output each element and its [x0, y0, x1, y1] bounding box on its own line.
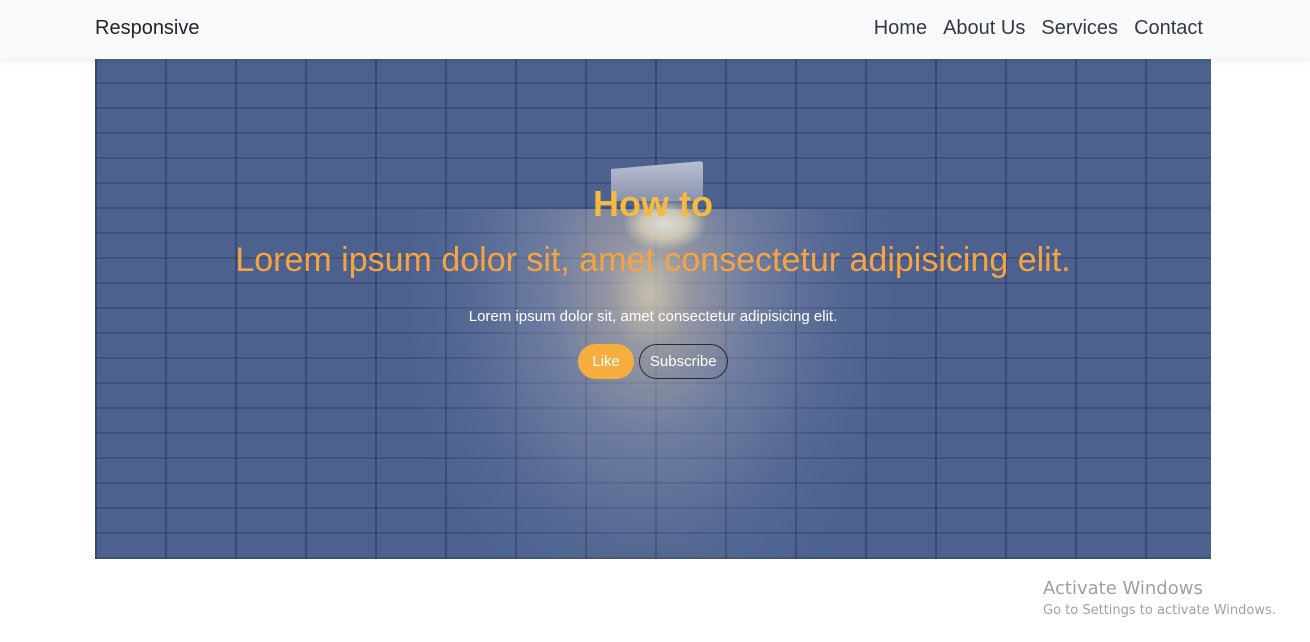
nav-links: Home About Us Services Contact: [874, 17, 1203, 40]
hero-section: How to Lorem ipsum dolor sit, amet conse…: [95, 59, 1211, 559]
navbar-brand[interactable]: Responsive: [95, 17, 200, 40]
like-button[interactable]: Like: [578, 344, 634, 379]
hero-buttons: Like Subscribe: [95, 344, 1211, 379]
nav-link-about-us[interactable]: About Us: [943, 17, 1025, 40]
navbar: Responsive Home About Us Services Contac…: [0, 0, 1310, 59]
subscribe-button[interactable]: Subscribe: [638, 344, 728, 379]
nav-link-services[interactable]: Services: [1041, 17, 1118, 40]
hero-content: How to Lorem ipsum dolor sit, amet conse…: [95, 59, 1211, 559]
nav-link-home[interactable]: Home: [874, 17, 927, 40]
watermark-title: Activate Windows: [1043, 578, 1203, 599]
watermark-subtitle: Go to Settings to activate Windows.: [1043, 603, 1276, 618]
hero-subtitle: Lorem ipsum dolor sit, amet consectetur …: [235, 241, 1071, 279]
hero-text: Lorem ipsum dolor sit, amet consectetur …: [468, 308, 838, 325]
hero-title: How to: [593, 183, 713, 224]
nav-link-contact[interactable]: Contact: [1134, 17, 1203, 40]
activate-windows-watermark: Activate Windows Go to Settings to activ…: [1043, 578, 1276, 618]
